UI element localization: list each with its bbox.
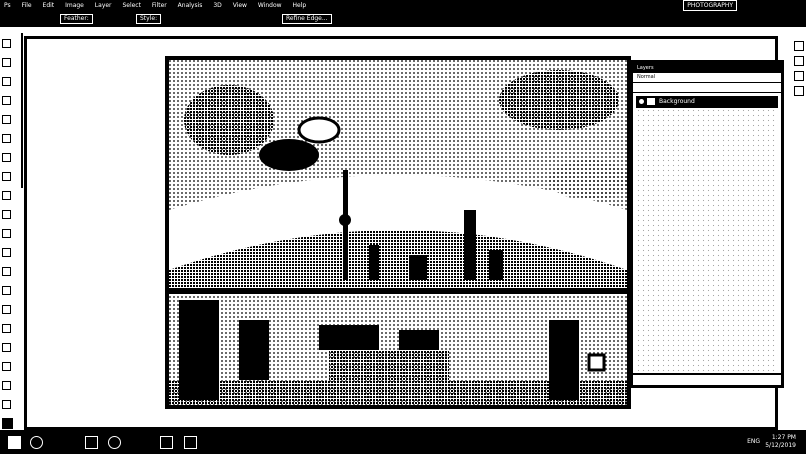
lock-row: [633, 83, 781, 93]
layers-panel: Layers Normal Background: [630, 60, 784, 388]
browser-icon[interactable]: [108, 436, 121, 449]
file-explorer-icon[interactable]: [85, 436, 98, 449]
photoshop-taskbar-icon[interactable]: [160, 436, 173, 449]
image-canvas[interactable]: [165, 56, 631, 409]
path-select-icon[interactable]: [2, 343, 11, 352]
crop-tool-icon[interactable]: [2, 115, 11, 124]
system-clock[interactable]: 1:27 PM 5/12/2019: [765, 434, 796, 450]
blend-mode-select[interactable]: Normal: [633, 73, 781, 83]
app-logo: Ps: [4, 2, 11, 9]
options-bar: Feather: Style: Refine Edge...: [0, 11, 806, 27]
panel-dock-strip: [790, 36, 806, 108]
windows-start-icon[interactable]: [8, 436, 21, 449]
gradient-tool-icon[interactable]: [2, 248, 11, 257]
tools-panel: [0, 33, 23, 448]
move-tool-icon[interactable]: [2, 39, 11, 48]
menu-edit[interactable]: Edit: [43, 0, 55, 11]
blur-tool-icon[interactable]: [2, 267, 11, 276]
clock-time: 1:27 PM: [771, 434, 796, 441]
menu-image[interactable]: Image: [65, 0, 84, 11]
clock-date: 5/12/2019: [765, 442, 796, 449]
stamp-tool-icon[interactable]: [2, 191, 11, 200]
dock-icon-channels[interactable]: [794, 86, 804, 96]
windows-taskbar: ENG 1:27 PM 5/12/2019: [0, 430, 806, 454]
foreground-color-swatch[interactable]: [2, 418, 13, 429]
mail-icon[interactable]: [184, 436, 197, 449]
dock-icon-adjustments[interactable]: [794, 56, 804, 66]
menu-file[interactable]: File: [22, 0, 32, 11]
shape-tool-icon[interactable]: [2, 362, 11, 371]
eyedropper-icon[interactable]: [2, 134, 11, 143]
feather-label: Feather:: [60, 14, 93, 24]
city-skyline-image: [169, 60, 627, 405]
brush-tool-icon[interactable]: [2, 172, 11, 181]
panel-tab-layers[interactable]: Layers: [633, 63, 781, 73]
type-tool-icon[interactable]: [2, 324, 11, 333]
workspace-switcher[interactable]: PHOTOGRAPHY: [683, 0, 737, 11]
marquee-tool-icon[interactable]: [2, 58, 11, 67]
menu-help[interactable]: Help: [292, 0, 306, 11]
healing-brush-icon[interactable]: [2, 153, 11, 162]
lasso-tool-icon[interactable]: [2, 77, 11, 86]
eraser-tool-icon[interactable]: [2, 229, 11, 238]
pen-tool-icon[interactable]: [2, 305, 11, 314]
dock-icon-history[interactable]: [794, 41, 804, 51]
menu-3d[interactable]: 3D: [213, 0, 221, 11]
hand-tool-icon[interactable]: [2, 381, 11, 390]
menu-filter[interactable]: Filter: [152, 0, 167, 11]
refine-edge-button[interactable]: Refine Edge...: [282, 14, 332, 24]
style-label[interactable]: Style:: [136, 14, 162, 24]
menu-select[interactable]: Select: [122, 0, 141, 11]
empty-layers-area: [636, 103, 778, 373]
search-icon[interactable]: [30, 436, 43, 449]
menu-view[interactable]: View: [233, 0, 247, 11]
menu-layer[interactable]: Layer: [95, 0, 112, 11]
menu-analysis[interactable]: Analysis: [178, 0, 203, 11]
menu-bar: Ps File Edit Image Layer Select Filter A…: [0, 0, 806, 11]
history-brush-icon[interactable]: [2, 210, 11, 219]
dodge-tool-icon[interactable]: [2, 286, 11, 295]
menu-window[interactable]: Window: [258, 0, 282, 11]
magic-wand-icon[interactable]: [2, 96, 11, 105]
panel-footer-buttons[interactable]: [633, 373, 781, 385]
zoom-tool-icon[interactable]: [2, 400, 11, 409]
dock-icon-paths[interactable]: [794, 71, 804, 81]
language-indicator[interactable]: ENG: [747, 438, 760, 445]
